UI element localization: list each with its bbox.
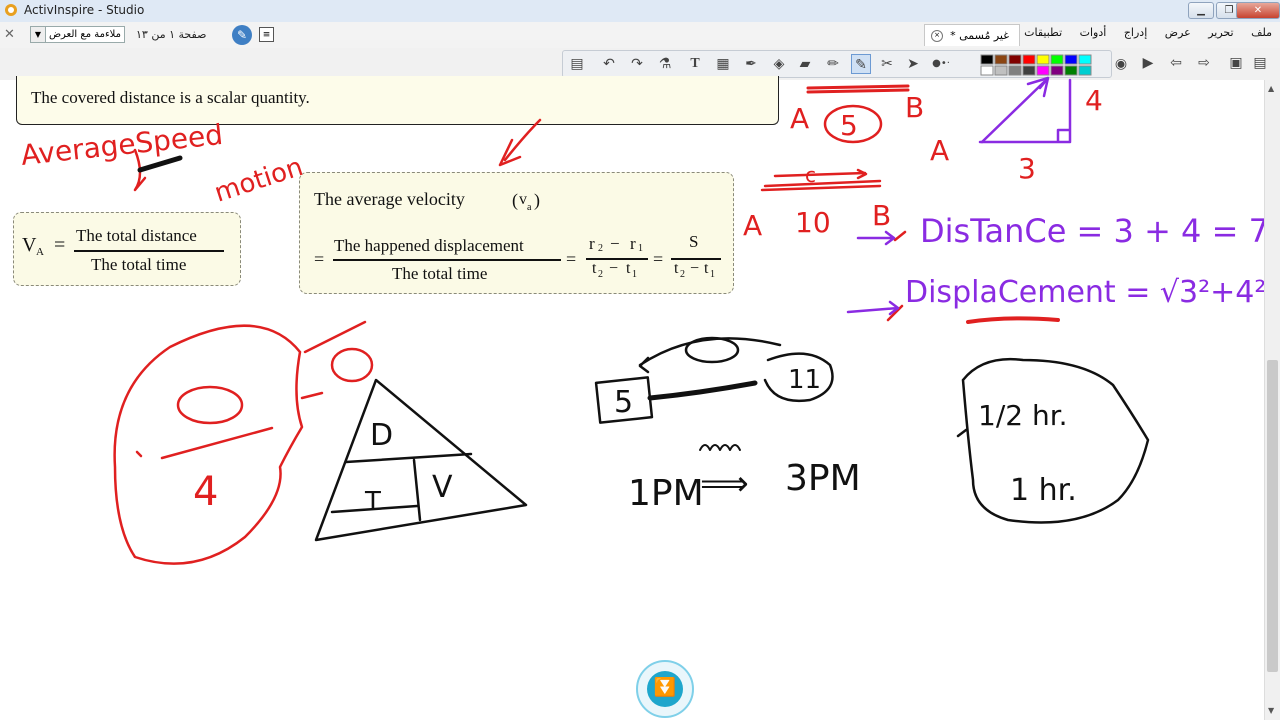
ink-average-speed: AverageSpeed — [19, 118, 224, 172]
ink-one-pm: 1PM — [628, 473, 704, 514]
ink-box5: 5 — [614, 385, 633, 420]
ink-point-b1: B — [905, 91, 924, 124]
ink-motion: motion — [211, 152, 307, 209]
ink-box11: 11 — [788, 365, 821, 395]
ink-one-hr: 1 hr. — [1010, 473, 1077, 508]
ink-triangle-v: V — [432, 470, 453, 505]
ink-ten-label: 10 — [795, 206, 831, 239]
scroll-thumb[interactable] — [1267, 360, 1278, 672]
ink-three-pm: 3PM — [785, 458, 861, 499]
ink-point-a2: A — [930, 134, 949, 167]
vertical-scrollbar[interactable]: ▲ ▼ — [1264, 80, 1280, 720]
ink-layer: AverageSpeed motion A B 5 A 4 3 c A 10 B… — [19, 76, 1264, 565]
ink-distance-eq: DisTanCe = 3 + 4 = 7 — [920, 212, 1264, 250]
ink-c-label: c — [805, 163, 816, 187]
toolbox-toggle-button[interactable]: ⏬ — [636, 660, 694, 718]
ink-point-b2: B — [872, 199, 891, 232]
ink-five-circle: 5 — [840, 109, 858, 142]
ink-half-hr: 1/2 hr. — [978, 399, 1068, 432]
ink-side-3: 3 — [1018, 152, 1036, 185]
ink-displacement-eq: DisplaCement = √3²+4² = 5 — [905, 275, 1264, 310]
ink-point-a3: A — [743, 209, 762, 242]
ink-side-4: 4 — [1085, 84, 1103, 117]
expand-down-icon: ⏬ — [647, 671, 683, 707]
scroll-up-icon[interactable]: ▲ — [1268, 84, 1274, 93]
ink-point-a1: A — [790, 102, 809, 135]
ink-arrow: ⟹ — [700, 464, 749, 504]
ink-triangle-t: T — [364, 487, 381, 517]
ink-over-4: 4 — [193, 469, 218, 515]
scroll-down-icon[interactable]: ▼ — [1268, 706, 1274, 715]
ink-triangle-d: D — [370, 418, 393, 453]
